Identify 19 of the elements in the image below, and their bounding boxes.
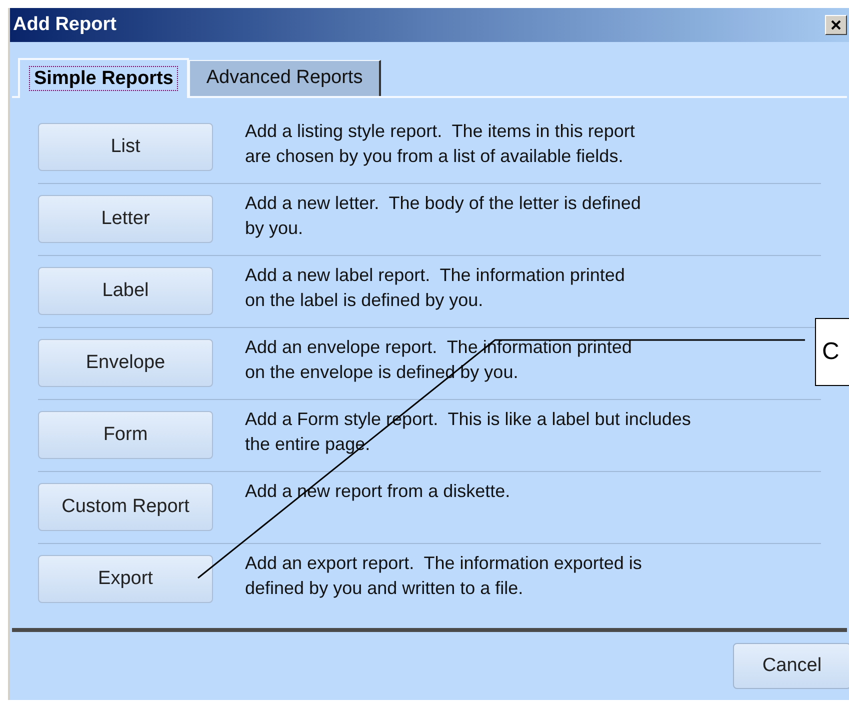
report-description: Add a new letter. The body of the letter is defined by you. — [245, 192, 641, 240]
report-type-button[interactable]: Form — [38, 411, 213, 459]
report-type-button[interactable]: Export — [38, 555, 213, 603]
window-title: Add Report — [13, 12, 116, 37]
cancel-button[interactable]: Cancel — [733, 643, 849, 689]
report-type-button[interactable]: Label — [38, 267, 213, 315]
report-type-button[interactable]: Custom Report — [38, 483, 213, 531]
report-description: Add an export report. The information exported is defined by you and written to a file. — [245, 552, 642, 600]
report-type-button[interactable]: List — [38, 123, 213, 171]
report-type-button[interactable]: Letter — [38, 195, 213, 243]
tab[interactable]: Advanced Reports — [189, 60, 381, 96]
report-description: Add an envelope report. The information printed on the envelope is defined by you. — [245, 336, 632, 384]
report-description: Add a listing style report. The items in this report are chosen by you from a list of available fields. — [245, 120, 635, 168]
callout-text: C — [822, 337, 840, 367]
report-description: Add a new label report. The information printed on the label is defined by you. — [245, 264, 625, 312]
tab[interactable]: Simple Reports — [18, 58, 190, 98]
close-icon — [831, 20, 841, 30]
report-type-button[interactable]: Envelope — [38, 339, 213, 387]
close-button[interactable] — [825, 15, 847, 35]
